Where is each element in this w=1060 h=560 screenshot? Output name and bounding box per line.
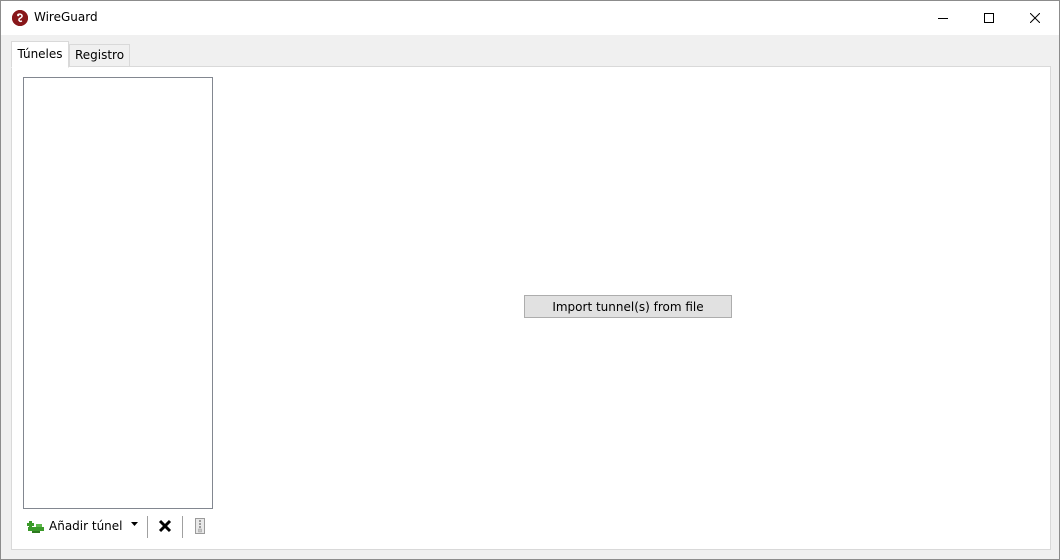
delete-icon[interactable] [158, 519, 172, 533]
import-tunnel-button[interactable]: Import tunnel(s) from file [524, 295, 732, 318]
tunnel-list[interactable] [23, 77, 213, 509]
add-tunnel-label: Añadir túnel [49, 519, 123, 533]
toolbar-separator [147, 516, 148, 538]
tab-tunnels[interactable]: Túneles [11, 41, 69, 68]
minimize-icon [938, 18, 948, 19]
add-tunnel-button[interactable]: Añadir túnel [27, 515, 123, 537]
title-bar[interactable]: WireGuard [1, 1, 1059, 35]
window-title: WireGuard [34, 10, 98, 24]
app-window: WireGuard Túneles Registro Añadir túnel … [0, 0, 1060, 560]
tab-log[interactable]: Registro [69, 44, 130, 66]
chevron-down-icon[interactable] [130, 521, 139, 527]
add-tunnel-icon [27, 521, 44, 533]
maximize-icon [984, 13, 994, 23]
close-icon [1030, 13, 1040, 23]
toolbar-separator [182, 516, 183, 538]
maximize-button[interactable] [966, 1, 1012, 35]
tunnels-tab-page: Añadir túnel Import tunnel(s) from file [11, 66, 1051, 550]
wireguard-logo-icon [12, 10, 28, 26]
minimize-button[interactable] [920, 1, 966, 35]
close-button[interactable] [1012, 1, 1058, 35]
export-zip-icon[interactable] [195, 518, 205, 534]
